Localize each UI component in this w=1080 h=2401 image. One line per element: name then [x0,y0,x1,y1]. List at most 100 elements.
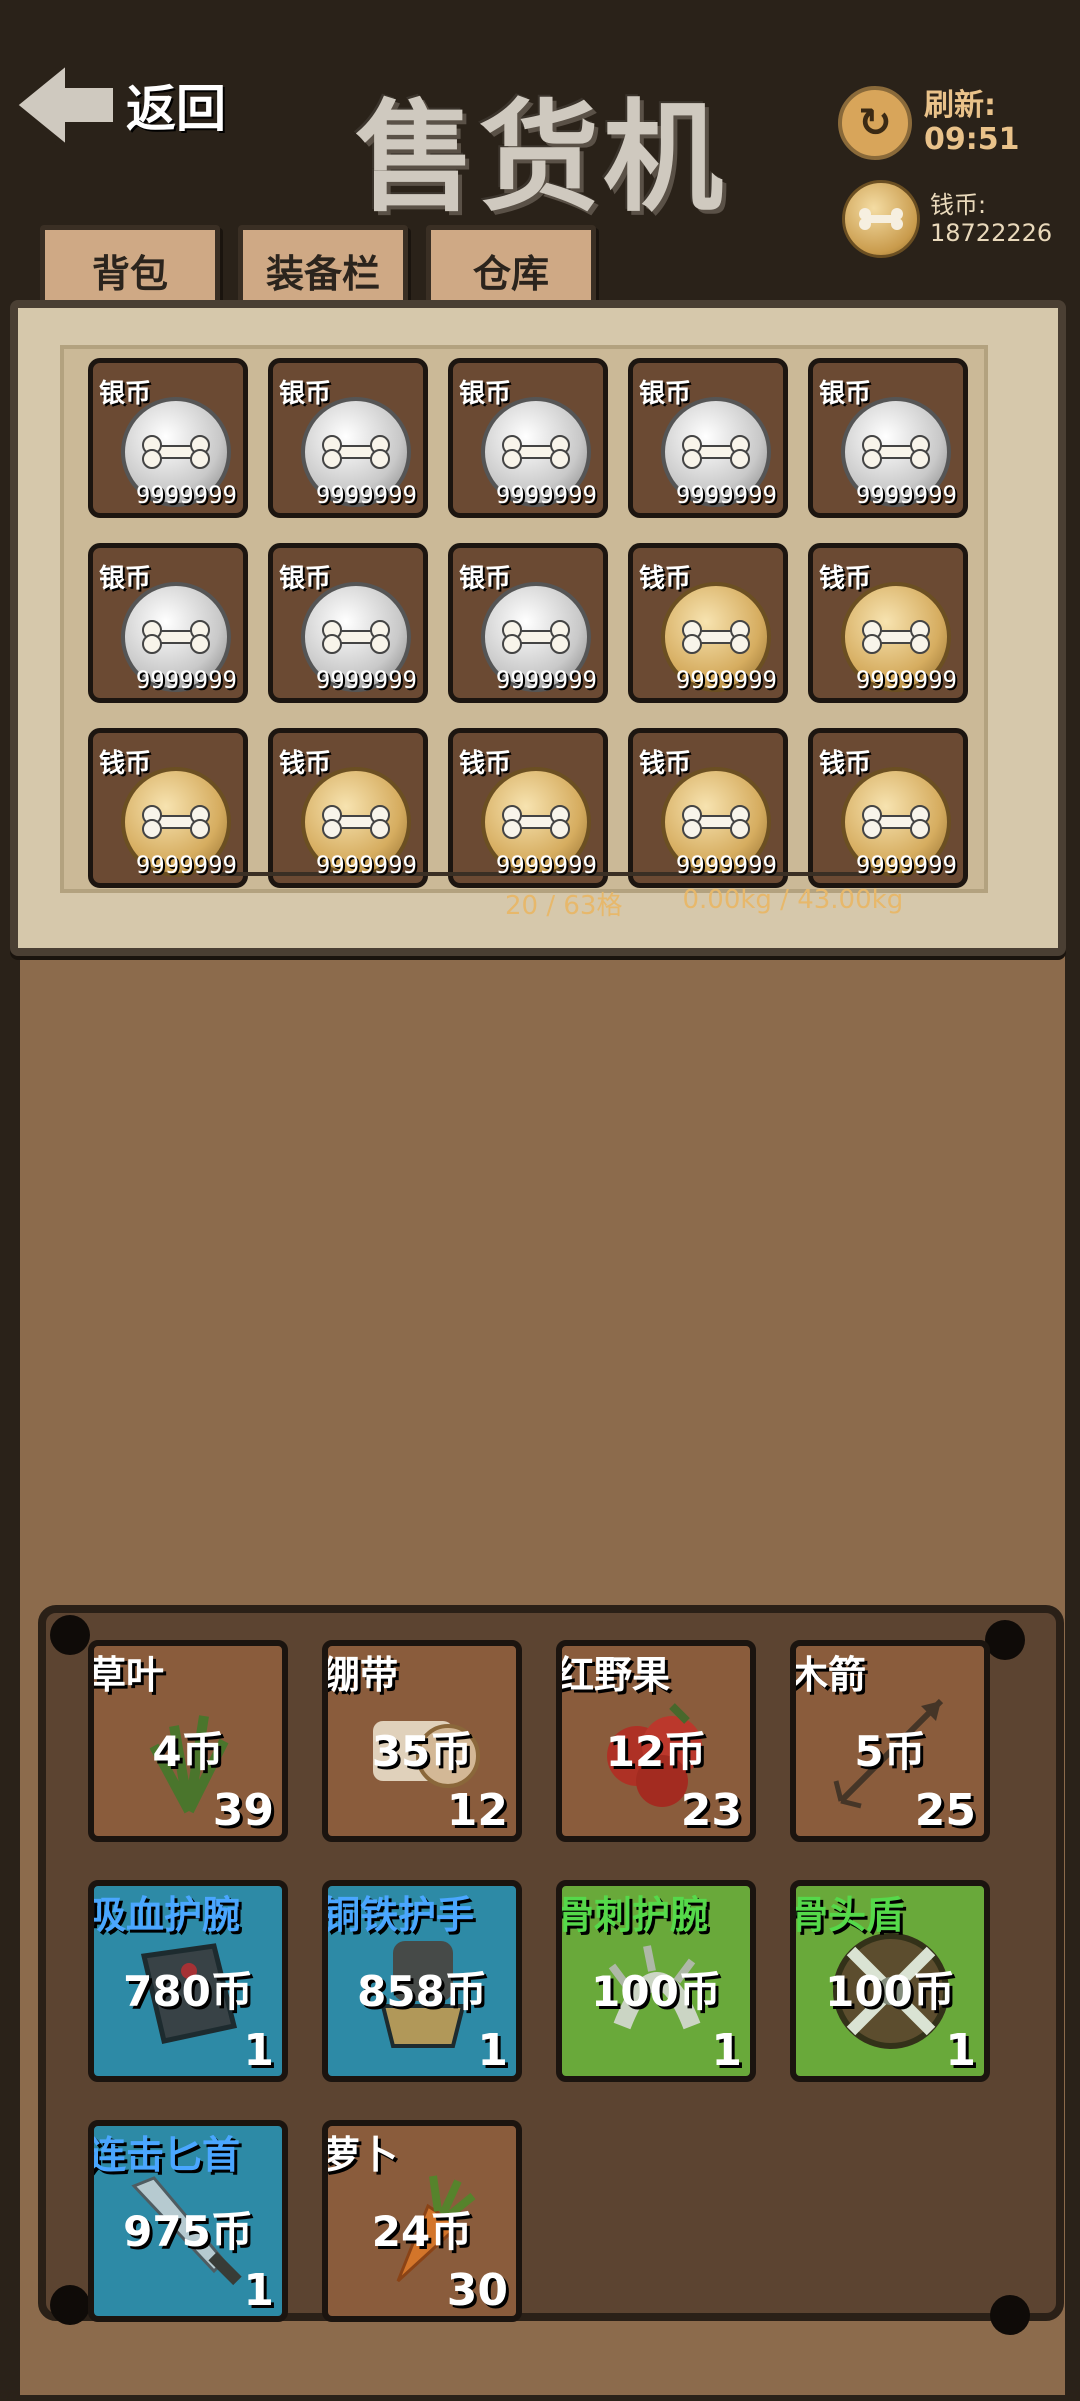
inventory-slot[interactable]: 银币 9999999 [268,358,428,518]
inventory-slot[interactable]: 银币 9999999 [88,543,248,703]
slot-qty: 9999999 [855,851,957,879]
slot-name: 钱币 [819,564,872,594]
item-stock: 1 [243,2025,274,2076]
page-title: 售货机 [355,87,727,228]
inventory-status: 20 / 63格 0.00kg / 43.00kg [505,885,903,922]
money-value: 18722226 [930,219,1053,247]
item-stock: 1 [711,2025,742,2076]
item-price: 100币 [825,1967,955,2016]
shop-item[interactable]: 连击匕首 975币 1 [88,2120,288,2322]
slot-name: 钱币 [279,749,332,779]
inventory-slot[interactable]: 钱币 9999999 [268,728,428,888]
item-price: 35币 [371,1727,473,1776]
slot-name: 银币 [279,379,332,409]
money-label: 钱币: [930,191,987,219]
item-name: 吸血护腕 [88,1893,241,1937]
item-stock: 1 [477,2025,508,2076]
inventory-slot[interactable]: 银币 9999999 [448,358,608,518]
item-stock: 23 [680,1785,742,1836]
inventory-slot[interactable]: 银币 9999999 [448,543,608,703]
shop-item[interactable]: 骨头盾 100币 1 [790,1880,990,2082]
slot-qty: 9999999 [495,481,597,509]
slot-name: 银币 [819,379,872,409]
inventory-grid: 银币 9999999 银币 9999999 银币 9999999 银币 9999999 银币 99… [88,358,973,893]
slot-qty: 9999999 [315,481,417,509]
slot-name: 银币 [279,564,332,594]
inventory-slot[interactable]: 钱币 9999999 [628,728,788,888]
refresh-icon: ↻ [838,86,912,160]
slot-qty: 9999999 [675,666,777,694]
inventory-slot[interactable]: 钱币 9999999 [628,543,788,703]
slot-qty: 9999999 [495,851,597,879]
inventory-slot[interactable]: 银币 9999999 [88,358,248,518]
shop-item[interactable]: 萝卜 24币 30 [322,2120,522,2322]
shop-item[interactable]: 木箭 5币 25 [790,1640,990,1842]
item-name: 绷带 [322,1653,399,1697]
inventory-slot[interactable]: 银币 9999999 [268,543,428,703]
item-price: 858币 [357,1967,487,2016]
slot-name: 银币 [459,564,512,594]
slot-name: 钱币 [819,749,872,779]
refresh-time: 09:51 [924,122,1020,157]
slot-name: 银币 [639,379,692,409]
panel-rivet [50,1615,90,1655]
slot-name: 钱币 [459,749,512,779]
item-stock: 39 [212,1785,274,1836]
slot-qty: 9999999 [495,666,597,694]
shop-item[interactable]: 红野果 12币 23 [556,1640,756,1842]
item-name: 红野果 [556,1653,671,1697]
slot-qty: 9999999 [855,481,957,509]
slot-name: 银币 [459,379,512,409]
inventory-slot[interactable]: 钱币 9999999 [808,543,968,703]
item-stock: 12 [446,1785,508,1836]
slot-qty: 9999999 [135,481,237,509]
money-display: 钱币: 18722226 [842,180,1080,258]
slot-name: 钱币 [639,749,692,779]
inventory-slot[interactable]: 钱币 9999999 [808,728,968,888]
item-name: 木箭 [790,1653,867,1697]
shop-grid: 草叶 4币 39 绷带 35币 12 红野果 12币 23 木箭 5币 25 吸血护腕 780币 1 铜铁护手… [88,1640,1000,2330]
panel-rivet [50,2285,90,2325]
item-name: 连击匕首 [88,2133,241,2177]
item-stock: 30 [446,2265,508,2316]
refresh-timer[interactable]: ↻ 刷新: 09:51 [838,86,1020,160]
shop-item[interactable]: 铜铁护手 858币 1 [322,1880,522,2082]
back-button[interactable]: 返回 [8,50,238,160]
item-stock: 1 [243,2265,274,2316]
item-price: 4币 [152,1727,224,1776]
item-price: 100币 [591,1967,721,2016]
slot-qty: 9999999 [135,851,237,879]
inventory-slot[interactable]: 钱币 9999999 [88,728,248,888]
gold-coin-icon [842,180,920,258]
slot-qty: 9999999 [675,481,777,509]
item-name: 草叶 [88,1653,165,1697]
back-label: 返回 [126,80,226,138]
slot-name: 钱币 [639,564,692,594]
inventory-slot[interactable]: 钱币 9999999 [448,728,608,888]
slot-qty: 9999999 [315,666,417,694]
item-price: 780币 [123,1967,253,2016]
shop-item[interactable]: 草叶 4币 39 [88,1640,288,1842]
shop-item[interactable]: 绷带 35币 12 [322,1640,522,1842]
shop-item[interactable]: 骨刺护腕 100币 1 [556,1880,756,2082]
item-price: 975币 [123,2207,253,2256]
item-name: 铜铁护手 [322,1893,475,1937]
item-name: 萝卜 [322,2133,399,2177]
slot-qty: 9999999 [315,851,417,879]
inventory-slot[interactable]: 银币 9999999 [628,358,788,518]
item-price: 24币 [371,2207,473,2256]
slot-name: 银币 [99,379,152,409]
inventory-capacity: 20 / 63格 [505,891,623,921]
slot-qty: 9999999 [135,666,237,694]
back-arrow-icon [9,55,119,155]
shop-item[interactable]: 吸血护腕 780币 1 [88,1880,288,2082]
item-stock: 1 [945,2025,976,2076]
slot-qty: 9999999 [855,666,957,694]
slot-name: 银币 [99,564,152,594]
item-name: 骨刺护腕 [556,1893,709,1937]
item-price: 12币 [605,1727,707,1776]
inventory-slot[interactable]: 银币 9999999 [808,358,968,518]
inventory-weight: 0.00kg / 43.00kg [682,885,904,915]
background-board [20,950,1065,1600]
slot-name: 钱币 [99,749,152,779]
